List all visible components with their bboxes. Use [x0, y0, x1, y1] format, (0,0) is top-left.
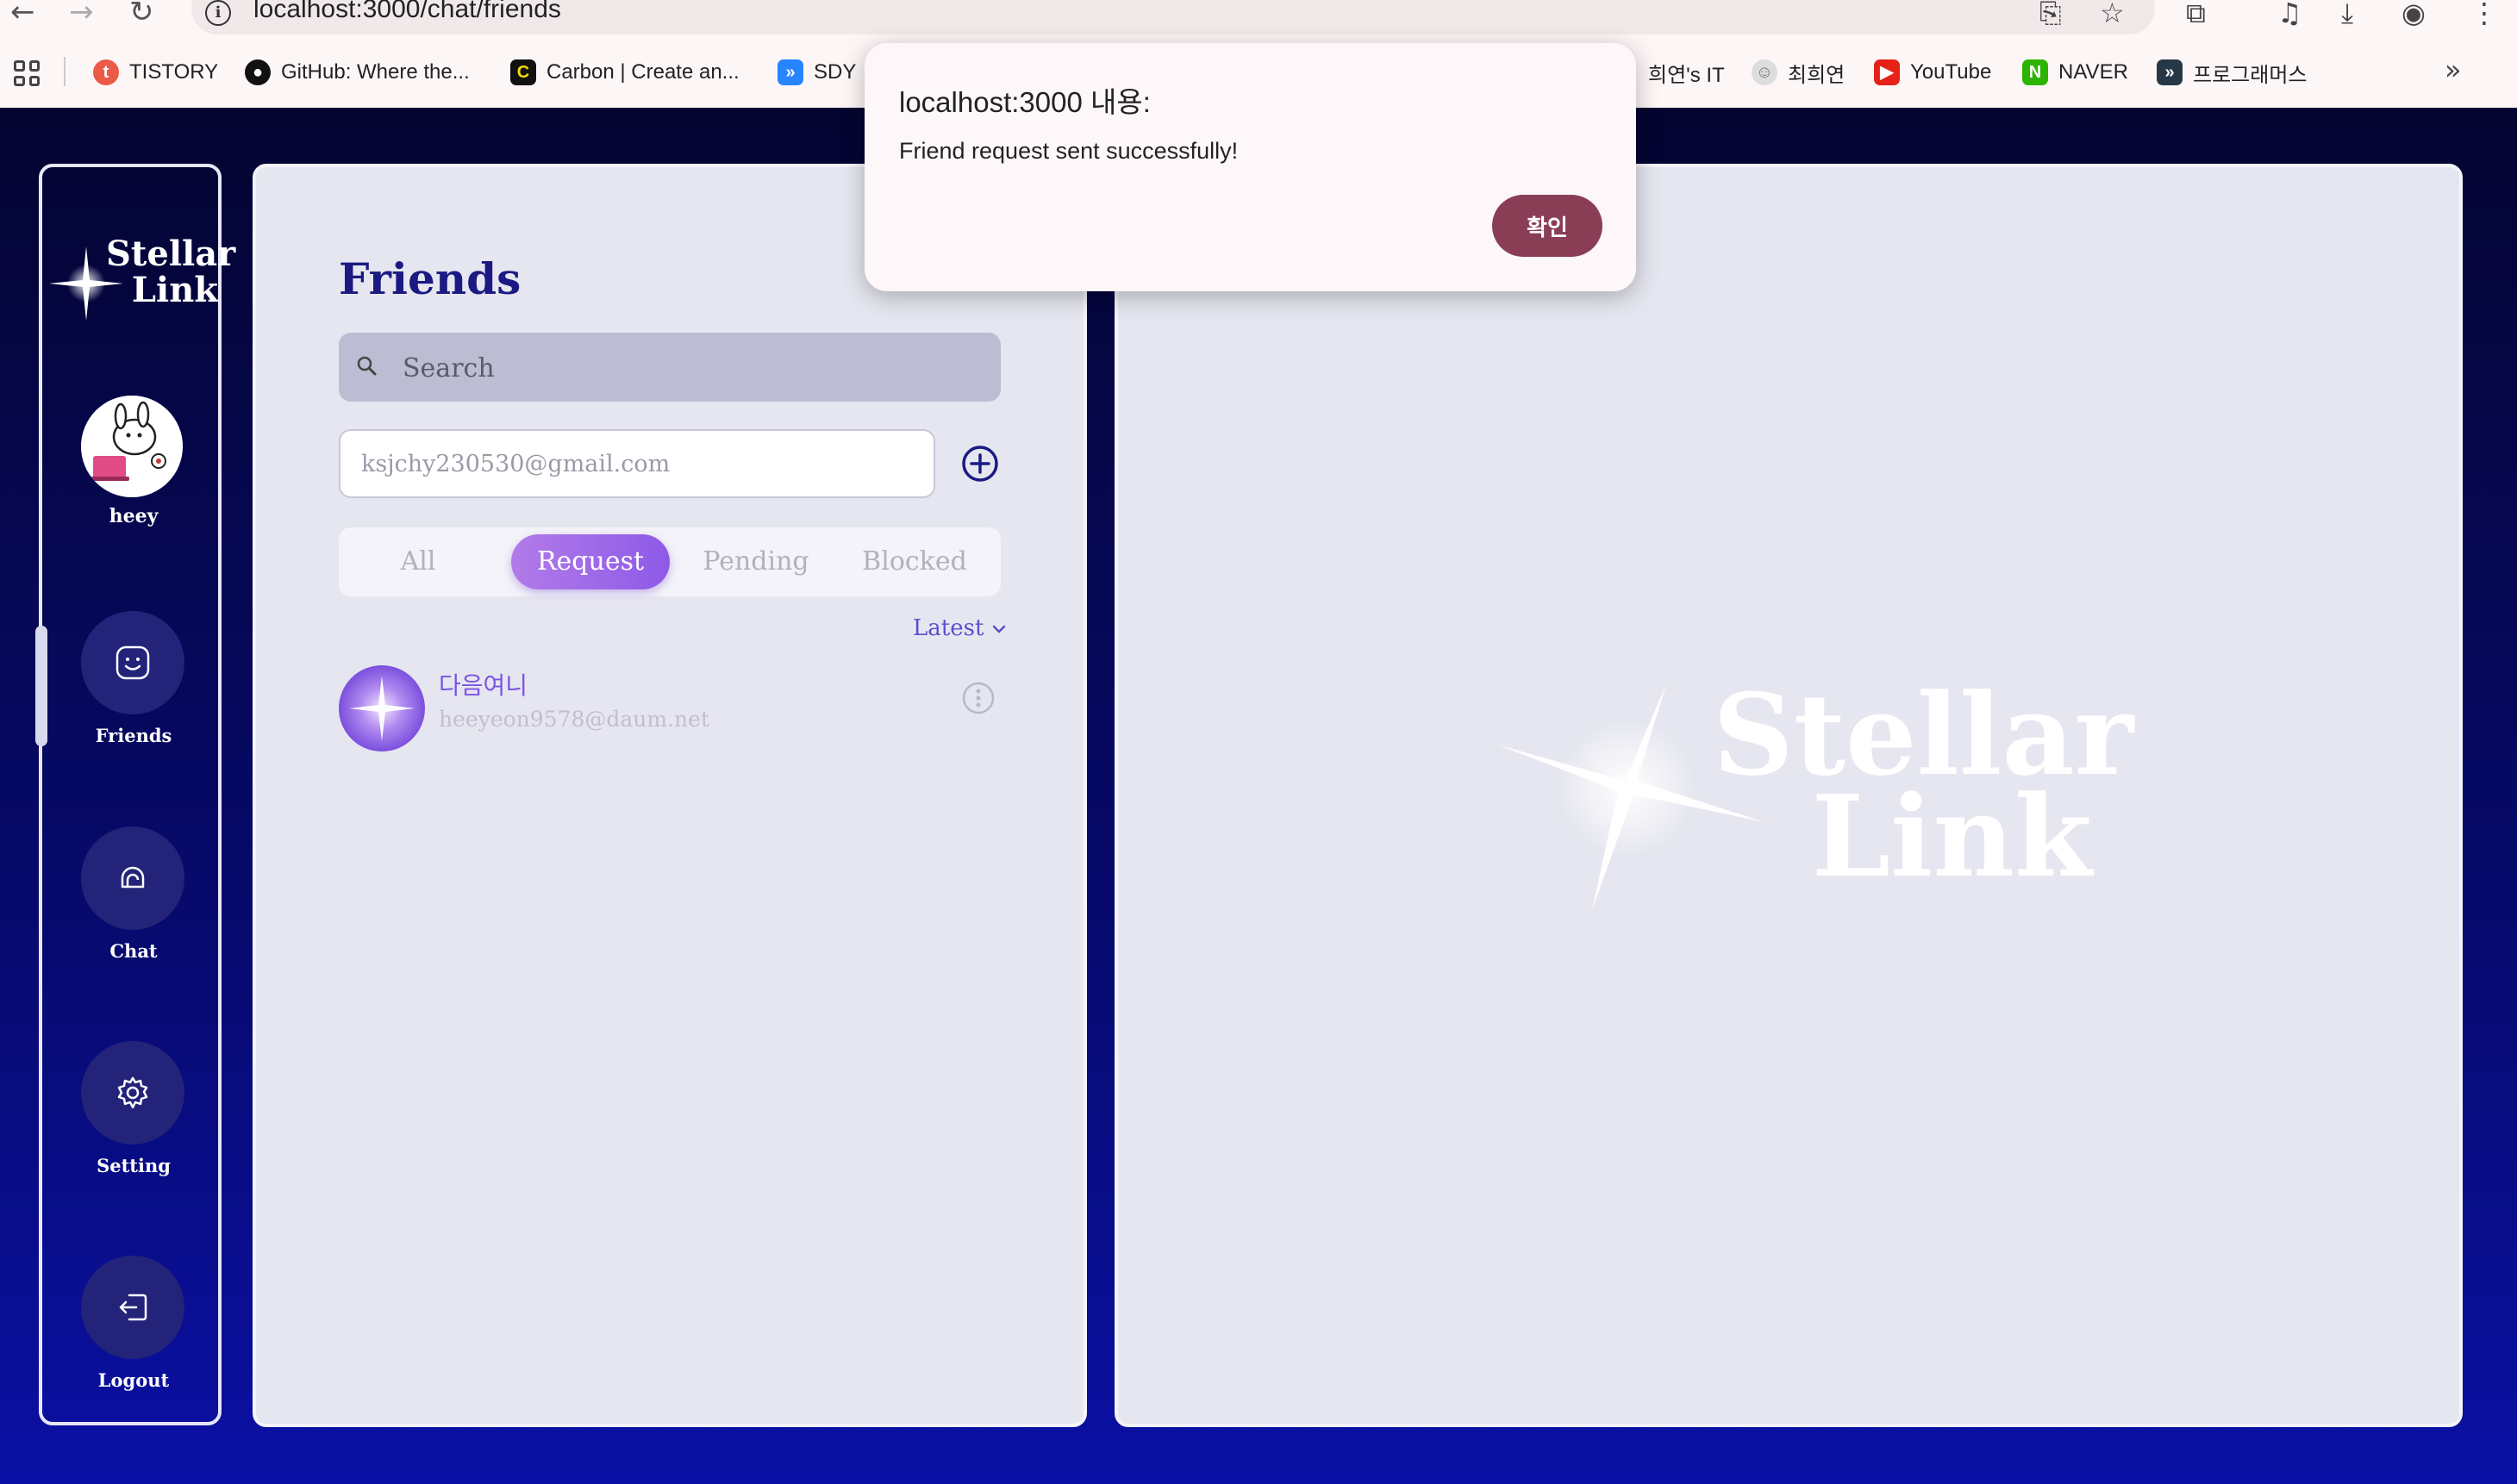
sidebar-item-setting[interactable]: Setting — [42, 1041, 225, 1188]
chat-empty-logo: Stellar Link — [1497, 679, 2133, 943]
page-title: Friends — [339, 253, 522, 304]
chat-bubble-icon — [121, 866, 145, 889]
profile-icon: ☺ — [1752, 59, 1777, 85]
jira-icon: » — [778, 59, 803, 85]
naver-icon: N — [2022, 59, 2048, 85]
avatar[interactable] — [81, 396, 183, 497]
sidebar: Stellar Link heey Friends Chat Setting L… — [35, 164, 236, 1425]
address-row: ← → ↻ i localhost:3000/chat/friends ⎘ ☆ … — [0, 0, 2517, 36]
logo-text: Stellar Link — [106, 234, 236, 310]
smile-icon — [116, 645, 150, 680]
dialog-message: Friend request sent successfully! — [899, 138, 1239, 164]
bookmark-label: SDY — [814, 60, 857, 84]
logout-icon — [119, 1294, 147, 1321]
nav-circle — [81, 826, 184, 930]
nav-circle — [81, 611, 184, 714]
sidebar-item-chat[interactable]: Chat — [42, 826, 225, 973]
bookmark-carbon[interactable]: C Carbon | Create an... — [510, 53, 740, 91]
sidebar-item-label: Friends — [95, 725, 172, 746]
add-friend-button[interactable] — [961, 445, 999, 483]
bookmark-tistory[interactable]: t TISTORY — [93, 53, 218, 91]
reload-icon[interactable]: ↻ — [129, 0, 154, 29]
sidebar-logo[interactable]: Stellar Link — [42, 234, 236, 331]
chat-panel: Stellar Link — [1115, 164, 2463, 1427]
extensions-icon[interactable]: ⧉ — [2186, 0, 2206, 30]
tab-all[interactable]: All — [339, 534, 497, 589]
carbon-icon: C — [510, 59, 536, 85]
menu-dots-icon[interactable]: ⋮ — [2470, 0, 2498, 29]
url-text[interactable]: localhost:3000/chat/friends — [253, 0, 561, 24]
bookmark-naver[interactable]: N NAVER — [2022, 53, 2128, 91]
bookmark-label: YouTube — [1910, 60, 1992, 84]
app-background: Stellar Link heey Friends Chat Setting L… — [0, 108, 2517, 1484]
friends-panel: Friends All Request Pending Blocked Late… — [253, 164, 1087, 1427]
friend-name: 다음여니 — [439, 672, 528, 699]
bookmark-blog[interactable]: 희연's IT — [1648, 53, 1725, 91]
dialog-title: localhost:3000 내용: — [899, 86, 1151, 118]
list-item[interactable]: 다음여니 heeyeon9578@daum.net — [339, 665, 1001, 755]
back-icon[interactable]: ← — [10, 0, 35, 29]
github-icon: ● — [245, 59, 271, 85]
sort-dropdown[interactable]: Latest — [913, 615, 1007, 641]
tab-pending[interactable]: Pending — [677, 534, 835, 589]
bookmark-label: TISTORY — [129, 60, 219, 84]
bookmark-youtube[interactable]: ▶ YouTube — [1874, 53, 1991, 91]
nav-circle — [81, 1041, 184, 1144]
search-icon — [357, 356, 377, 376]
programmers-icon: » — [2157, 59, 2183, 85]
translate-icon[interactable]: ⎘ — [2039, 0, 2062, 30]
sparkle-icon — [349, 676, 415, 741]
add-friend-email-input[interactable] — [339, 429, 935, 498]
sidebar-item-label: Setting — [97, 1155, 171, 1176]
logo-line1: Stellar — [106, 234, 236, 274]
dialog-ok-button[interactable]: 확인 — [1492, 195, 1602, 257]
sort-label: Latest — [913, 615, 984, 641]
bookmark-label: 희연's IT — [1648, 63, 1725, 87]
bookmark-label: NAVER — [2058, 60, 2128, 84]
bookmark-sdy[interactable]: » SDY — [778, 53, 856, 91]
user-name: heey — [109, 505, 159, 527]
chevron-down-icon — [992, 625, 1005, 633]
media-icon[interactable]: ♫ — [2277, 0, 2302, 29]
sidebar-item-logout[interactable]: Logout — [42, 1256, 225, 1402]
bookmark-programmers[interactable]: » 프로그래머스 — [2157, 53, 2307, 91]
site-info-icon[interactable]: i — [205, 0, 231, 26]
nav-circle — [81, 1256, 184, 1359]
sidebar-item-label: Chat — [109, 940, 158, 962]
friend-tabs: All Request Pending Blocked — [339, 527, 1001, 596]
chat-logo-text: Stellar Link — [1713, 679, 2133, 902]
download-icon[interactable]: ⤓ — [2341, 0, 2353, 30]
logo-line2: Link — [131, 270, 218, 310]
user-avatar-illustration — [81, 396, 183, 497]
bookmark-label: GitHub: Where the... — [281, 60, 470, 84]
more-bookmarks-icon[interactable]: » — [2445, 53, 2462, 86]
friend-email: heeyeon9578@daum.net — [439, 707, 709, 732]
search-bar[interactable] — [339, 333, 1001, 403]
youtube-icon: ▶ — [1874, 59, 1900, 85]
sidebar-item-label: Logout — [97, 1369, 170, 1391]
star-icon[interactable]: ☆ — [2100, 0, 2125, 29]
more-options-icon[interactable] — [961, 681, 996, 715]
alert-dialog: localhost:3000 내용: Friend request sent s… — [865, 43, 1636, 291]
search-input[interactable] — [401, 333, 990, 403]
tab-blocked[interactable]: Blocked — [835, 534, 994, 589]
logo-line2: Link — [1811, 770, 2092, 902]
sidebar-item-friends[interactable]: Friends — [42, 611, 225, 758]
forward-icon[interactable]: → — [69, 0, 94, 29]
friend-avatar — [339, 665, 425, 751]
bookmark-profile[interactable]: ☺ 최희연 — [1752, 53, 1845, 91]
bookmark-label: 최희연 — [1788, 63, 1846, 87]
bookmark-label: 프로그래머스 — [2193, 63, 2308, 87]
tistory-icon: t — [93, 59, 119, 85]
bookmark-label: Carbon | Create an... — [546, 60, 740, 84]
bookmark-github[interactable]: ● GitHub: Where the... — [245, 53, 470, 91]
profile-avatar-icon[interactable]: ◉ — [2401, 0, 2426, 29]
tab-request[interactable]: Request — [511, 534, 670, 589]
gear-icon — [117, 1076, 148, 1109]
